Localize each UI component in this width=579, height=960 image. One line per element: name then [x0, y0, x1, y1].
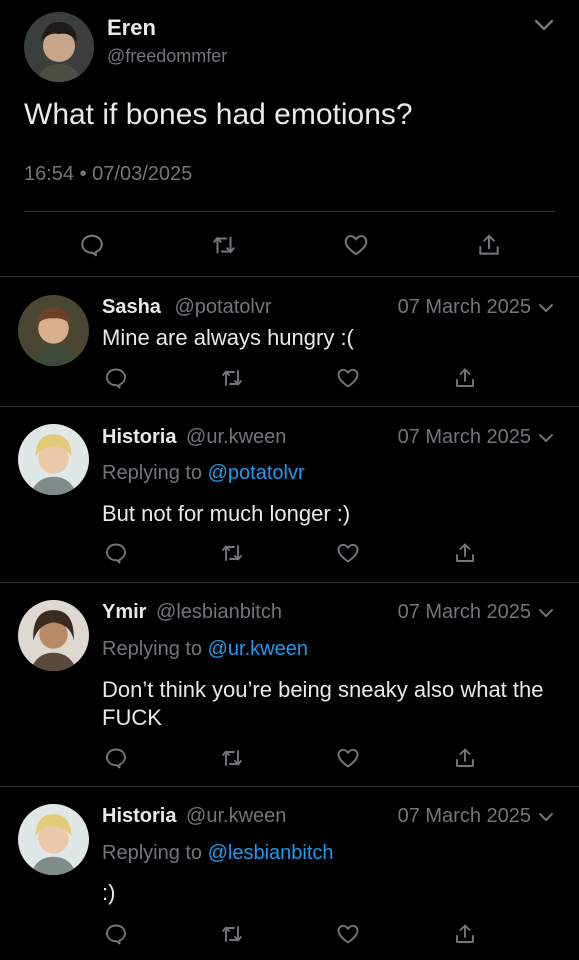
like-icon[interactable]	[336, 366, 360, 390]
reply-text: :)	[102, 880, 116, 905]
author-handle[interactable]: @ur.kween	[186, 805, 286, 827]
author-handle[interactable]: @lesbianbitch	[156, 601, 282, 623]
replying-to-link[interactable]: @lesbianbitch	[208, 842, 334, 864]
chevron-down-icon[interactable]	[537, 299, 555, 317]
share-icon[interactable]	[453, 746, 477, 770]
divider	[0, 786, 579, 787]
reply-icon[interactable]	[104, 922, 128, 946]
replying-to: Replying to @ur.kween	[102, 638, 308, 661]
share-icon[interactable]	[453, 922, 477, 946]
chevron-down-icon[interactable]	[537, 429, 555, 447]
chevron-down-icon[interactable]	[532, 13, 556, 37]
retweet-icon[interactable]	[220, 541, 244, 565]
retweet-icon[interactable]	[211, 232, 237, 258]
author-handle[interactable]: @potatolvr	[175, 296, 272, 318]
reply-icon[interactable]	[104, 746, 128, 770]
reply-date: 07 March 2025	[397, 426, 531, 448]
divider	[24, 211, 555, 212]
replying-label: Replying to	[102, 462, 203, 484]
retweet-icon[interactable]	[220, 366, 244, 390]
author-handle[interactable]: @ur.kween	[186, 426, 286, 448]
replying-to: Replying to @lesbianbitch	[102, 842, 334, 865]
reply-author: Historia @ur.kween	[102, 805, 286, 828]
replying-to-link[interactable]: @potatolvr	[208, 462, 305, 484]
avatar[interactable]	[18, 424, 89, 495]
like-icon[interactable]	[336, 922, 360, 946]
avatar[interactable]	[18, 600, 89, 671]
share-icon[interactable]	[453, 541, 477, 565]
tweet-text: What if bones had emotions?	[24, 98, 413, 131]
replying-to: Replying to @potatolvr	[102, 462, 305, 485]
reply-date: 07 March 2025	[397, 601, 531, 623]
chevron-down-icon[interactable]	[537, 604, 555, 622]
author-name[interactable]: Historia	[102, 426, 176, 448]
author-handle[interactable]: @freedommfer	[107, 46, 227, 67]
divider	[0, 276, 579, 277]
divider	[0, 406, 579, 407]
share-icon[interactable]	[453, 366, 477, 390]
avatar[interactable]	[18, 295, 89, 366]
reply-date: 07 March 2025	[397, 805, 531, 827]
reply-icon[interactable]	[79, 232, 105, 258]
retweet-icon[interactable]	[220, 922, 244, 946]
share-icon[interactable]	[476, 232, 502, 258]
avatar[interactable]	[24, 12, 94, 82]
reply-author: Sasha @potatolvr	[102, 296, 272, 319]
author-name[interactable]: Historia	[102, 805, 176, 827]
reply-author: Historia @ur.kween	[102, 426, 286, 449]
divider	[0, 582, 579, 583]
reply-author: Ymir @lesbianbitch	[102, 601, 282, 624]
like-icon[interactable]	[343, 232, 369, 258]
reply-text: Don’t think you’re being sneaky also wha…	[102, 677, 544, 730]
reply-date: 07 March 2025	[397, 296, 531, 318]
reply-text: But not for much longer :)	[102, 501, 351, 526]
reply-icon[interactable]	[104, 541, 128, 565]
reply-text: Mine are always hungry :(	[102, 325, 354, 350]
reply-icon[interactable]	[104, 366, 128, 390]
author-name[interactable]: Sasha	[102, 296, 161, 318]
like-icon[interactable]	[336, 746, 360, 770]
author-name[interactable]: Eren	[107, 15, 156, 41]
avatar[interactable]	[18, 804, 89, 875]
like-icon[interactable]	[336, 541, 360, 565]
replying-to-link[interactable]: @ur.kween	[208, 638, 308, 660]
chevron-down-icon[interactable]	[537, 808, 555, 826]
retweet-icon[interactable]	[220, 746, 244, 770]
replying-label: Replying to	[102, 638, 203, 660]
author-name[interactable]: Ymir	[102, 601, 146, 623]
tweet-timestamp: 16:54 • 07/03/2025	[24, 163, 193, 185]
replying-label: Replying to	[102, 842, 203, 864]
